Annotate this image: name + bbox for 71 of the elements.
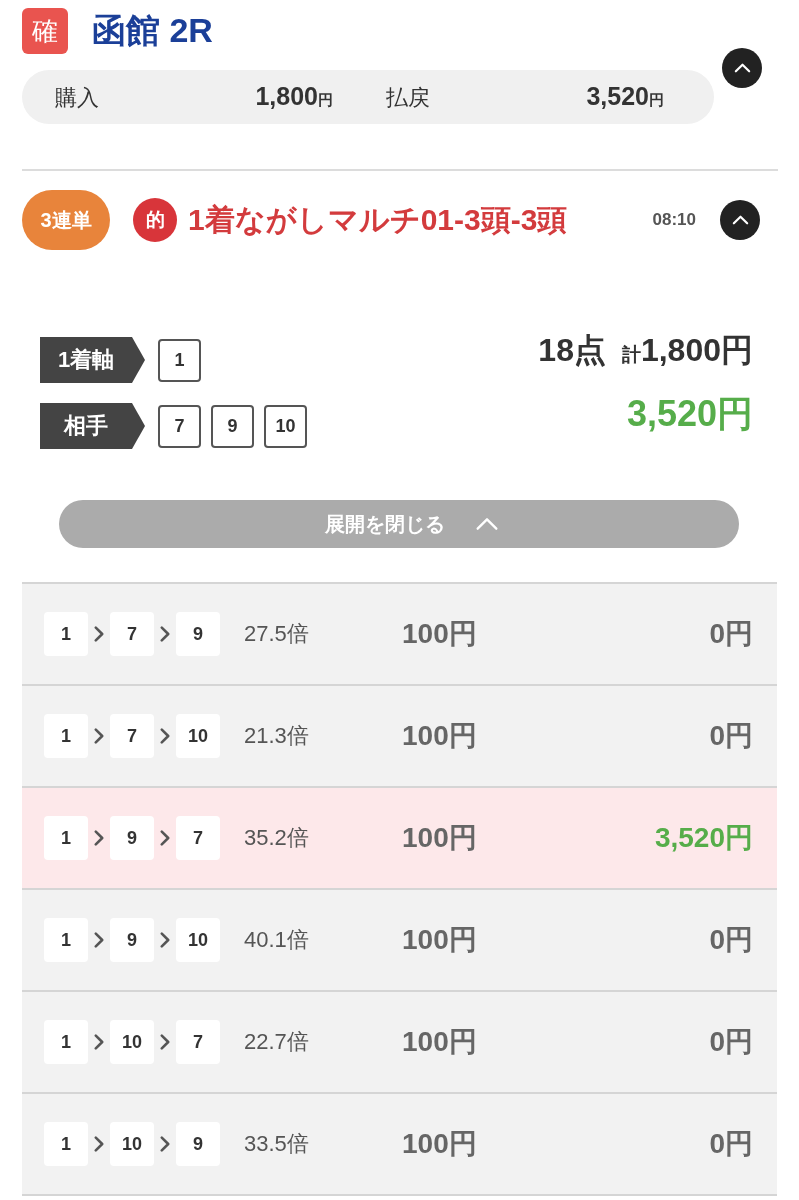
horse-number: 1 <box>44 1122 88 1166</box>
odds-text: 40.1倍 <box>244 926 310 954</box>
odds-text: 27.5倍 <box>244 620 310 648</box>
horse-number: 10 <box>110 1122 154 1166</box>
horse-number: 7 <box>176 1020 220 1064</box>
points-count: 18点 <box>538 333 606 369</box>
selection-tag: 相手 <box>40 403 145 449</box>
chevron-right-icon <box>94 1034 104 1050</box>
bet-time: 08:10 <box>652 210 696 230</box>
horse-number: 7 <box>158 404 201 448</box>
stake-amount: 100円 <box>402 719 477 753</box>
horse-number: 7 <box>176 816 220 860</box>
summary-amount: 3,520円 <box>586 81 664 111</box>
collapse-button[interactable] <box>722 48 762 88</box>
payout-amount: 3,520円 <box>654 821 753 855</box>
summary-amount: 1,800円 <box>255 81 333 111</box>
horse-number: 10 <box>264 404 307 448</box>
payout-amount: 0円 <box>709 923 753 957</box>
horse-number: 10 <box>176 714 220 758</box>
odds-text: 35.2倍 <box>244 824 310 852</box>
horse-number: 1 <box>44 816 88 860</box>
selection-tag: 1着軸 <box>40 337 145 383</box>
chevron-right-icon <box>160 830 170 846</box>
stake-amount: 100円 <box>402 617 477 651</box>
chevron-right-icon <box>94 1136 104 1152</box>
chevron-right-icon <box>94 932 104 948</box>
horse-number: 9 <box>110 918 154 962</box>
stake-amount: 100円 <box>402 821 477 855</box>
payout-amount: 0円 <box>709 617 753 651</box>
payout-amount: 0円 <box>709 719 753 753</box>
stake-amount: 100円 <box>402 1025 477 1059</box>
odds-text: 33.5倍 <box>244 1130 310 1158</box>
hit-badge: 的 <box>133 198 177 242</box>
status-badge: 確 <box>22 8 68 54</box>
horse-number: 10 <box>110 1020 154 1064</box>
horse-number: 10 <box>176 918 220 962</box>
race-title: 函館 2R <box>92 12 213 50</box>
odds-text: 22.7倍 <box>244 1028 310 1056</box>
stake-amount: 100円 <box>402 1127 477 1161</box>
payout-amount: 0円 <box>709 1025 753 1059</box>
chevron-up-icon <box>475 517 499 531</box>
bet-type-badge: 3連単 <box>22 190 110 250</box>
chevron-right-icon <box>94 728 104 744</box>
summary-label: 払戻 <box>386 83 430 112</box>
chevron-right-icon <box>94 830 104 846</box>
horse-number: 1 <box>44 612 88 656</box>
horse-number: 7 <box>110 612 154 656</box>
horse-number: 9 <box>176 612 220 656</box>
horse-number: 7 <box>110 714 154 758</box>
horse-number: 9 <box>110 816 154 860</box>
chevron-right-icon <box>160 1034 170 1050</box>
collapse-button[interactable] <box>720 200 760 240</box>
horse-number: 1 <box>158 338 201 382</box>
close-expansion-button[interactable]: 展開を閉じる <box>59 500 739 548</box>
chevron-right-icon <box>160 728 170 744</box>
horse-number: 1 <box>44 918 88 962</box>
horse-number: 1 <box>44 1020 88 1064</box>
odds-text: 21.3倍 <box>244 722 310 750</box>
chevron-right-icon <box>160 1136 170 1152</box>
horse-number: 9 <box>176 1122 220 1166</box>
horse-number: 9 <box>211 404 254 448</box>
total-amount: 計1,800円 <box>621 333 753 369</box>
payout-amount: 0円 <box>709 1127 753 1161</box>
horse-number: 1 <box>44 714 88 758</box>
stake-amount: 100円 <box>402 923 477 957</box>
payout-amount: 3,520円 <box>626 394 753 434</box>
chevron-right-icon <box>94 626 104 642</box>
bet-title: 1着ながしマルチ01-3頭-3頭 <box>188 201 568 238</box>
chevron-right-icon <box>160 932 170 948</box>
chevron-right-icon <box>160 626 170 642</box>
summary-label: 購入 <box>55 83 99 112</box>
